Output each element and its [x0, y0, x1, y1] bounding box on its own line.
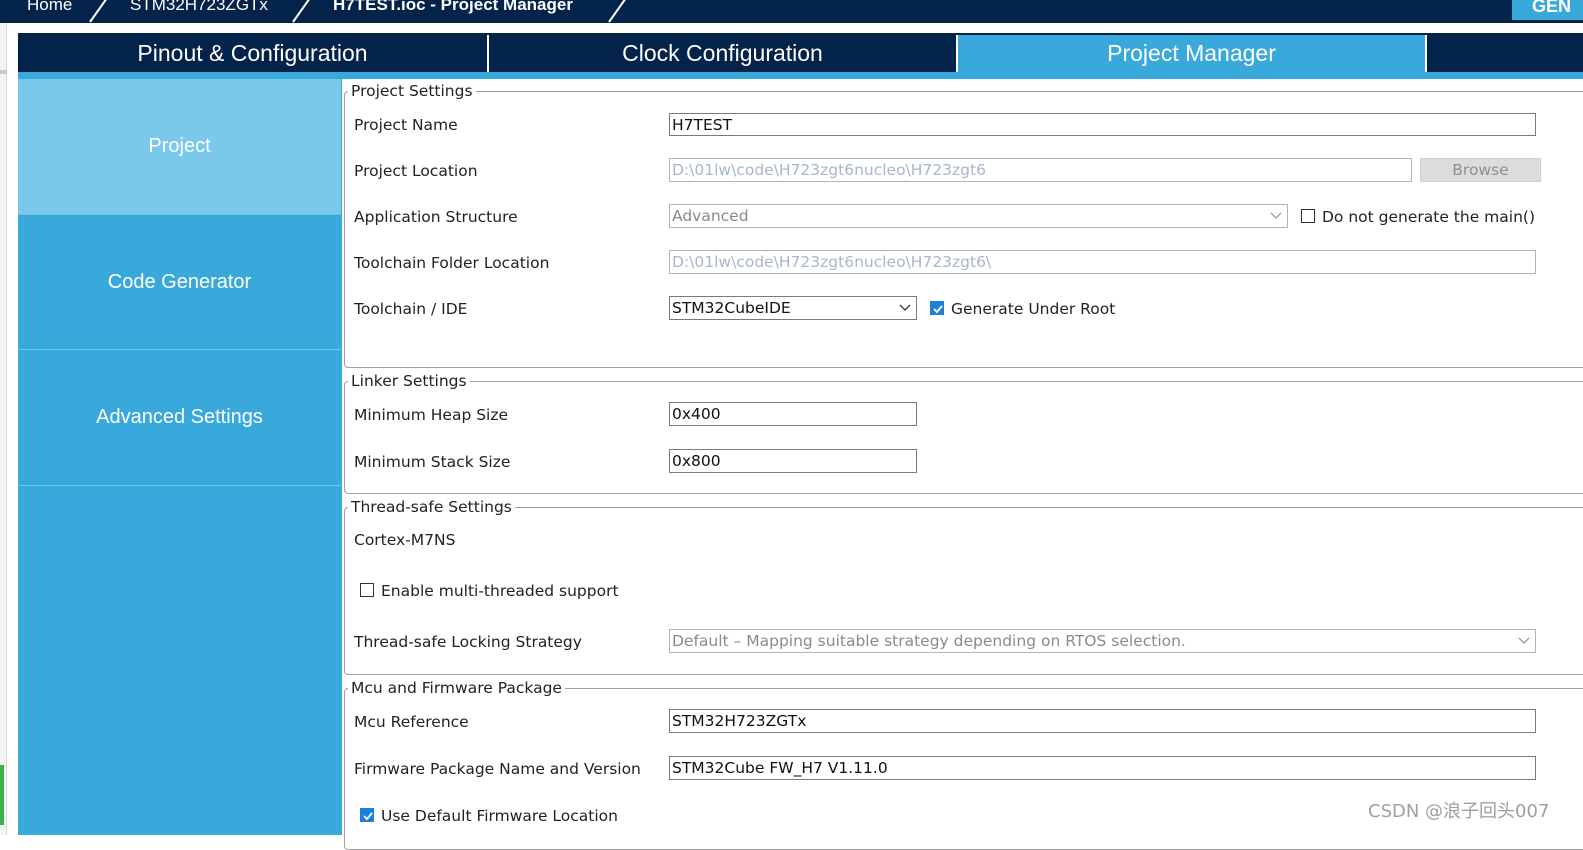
generate-code-button[interactable]: GEN: [1512, 0, 1583, 20]
toolchain-folder-input[interactable]: D:\01lw\code\H723zgt6nucleo\H723zgt6\: [669, 250, 1536, 274]
min-heap-label: Minimum Heap Size: [354, 406, 509, 424]
checkmark-icon: [363, 812, 373, 821]
application-structure-label: Application Structure: [354, 208, 518, 226]
locking-strategy-value: Default – Mapping suitable strategy depe…: [672, 632, 1186, 650]
window-edge-mark: [0, 70, 7, 74]
mcu-firmware-legend: Mcu and Firmware Package: [348, 679, 565, 697]
min-heap-input[interactable]: 0x400: [669, 402, 917, 426]
locking-strategy-select[interactable]: Default – Mapping suitable strategy depe…: [669, 629, 1536, 653]
application-structure-select[interactable]: Advanced: [669, 204, 1288, 228]
linker-settings-legend: Linker Settings: [348, 372, 470, 390]
breadcrumb-separator-icon: [89, 0, 107, 23]
tab-bar-filler: [1427, 35, 1583, 72]
breadcrumb-project[interactable]: H7TEST.ioc - Project Manager: [333, 0, 573, 15]
project-settings-legend: Project Settings: [348, 82, 476, 100]
locking-strategy-label: Thread-safe Locking Strategy: [354, 633, 582, 651]
breadcrumb: Home STM32H723ZGTx H7TEST.ioc - Project …: [0, 0, 1583, 23]
breadcrumb-separator-icon: [608, 0, 626, 23]
project-location-input[interactable]: D:\01lw\code\H723zgt6nucleo\H723zgt6: [669, 158, 1412, 182]
breadcrumb-home[interactable]: Home: [27, 0, 72, 15]
breadcrumb-separator-icon: [292, 0, 310, 23]
toolchain-ide-select[interactable]: STM32CubeIDE: [669, 296, 917, 320]
toolchain-folder-label: Toolchain Folder Location: [354, 254, 550, 272]
watermark: CSDN @浪子回头007: [1368, 801, 1550, 822]
sidebar-item-code-generator[interactable]: Code Generator: [18, 215, 341, 350]
chevron-down-icon: [1518, 637, 1530, 644]
project-name-input[interactable]: H7TEST: [669, 113, 1536, 136]
toolchain-ide-label: Toolchain / IDE: [354, 300, 468, 318]
project-name-label: Project Name: [354, 116, 458, 134]
tab-clock-configuration[interactable]: Clock Configuration: [489, 35, 958, 72]
firmware-package-label: Firmware Package Name and Version: [354, 760, 641, 778]
do-not-generate-main-label: Do not generate the main(): [1322, 208, 1535, 226]
core-label: Cortex-M7NS: [354, 531, 456, 549]
mcu-reference-input[interactable]: STM32H723ZGTx: [669, 709, 1536, 733]
browse-button[interactable]: Browse: [1420, 158, 1541, 182]
min-stack-label: Minimum Stack Size: [354, 453, 511, 471]
use-default-firmware-checkbox[interactable]: [360, 808, 374, 822]
generate-under-root-checkbox[interactable]: [930, 301, 944, 315]
sidebar-item-project[interactable]: Project: [18, 79, 341, 215]
chevron-down-icon: [1270, 212, 1282, 219]
multithread-support-label: Enable multi-threaded support: [381, 582, 619, 600]
tab-underline: [18, 72, 1583, 79]
window-edge-indicator: [0, 765, 4, 825]
min-stack-input[interactable]: 0x800: [669, 449, 917, 473]
breadcrumb-mcu[interactable]: STM32H723ZGTx: [130, 0, 268, 15]
toolchain-ide-value: STM32CubeIDE: [672, 299, 791, 317]
do-not-generate-main-checkbox[interactable]: [1301, 209, 1315, 223]
linker-settings-group: [344, 381, 1583, 494]
project-location-label: Project Location: [354, 162, 478, 180]
tab-project-manager[interactable]: Project Manager: [958, 35, 1427, 72]
chevron-down-icon: [899, 304, 911, 311]
application-structure-value: Advanced: [672, 207, 749, 225]
multithread-support-checkbox[interactable]: [360, 583, 374, 597]
tab-pinout-configuration[interactable]: Pinout & Configuration: [18, 35, 489, 72]
firmware-package-input[interactable]: STM32Cube FW_H7 V1.11.0: [669, 756, 1536, 780]
sidebar-item-advanced-settings[interactable]: Advanced Settings: [18, 350, 341, 486]
mcu-reference-label: Mcu Reference: [354, 713, 469, 731]
thread-safe-settings-legend: Thread-safe Settings: [348, 498, 515, 516]
use-default-firmware-label: Use Default Firmware Location: [381, 807, 618, 825]
checkmark-icon: [933, 305, 943, 314]
window-edge: [0, 23, 7, 835]
generate-under-root-label: Generate Under Root: [951, 300, 1116, 318]
